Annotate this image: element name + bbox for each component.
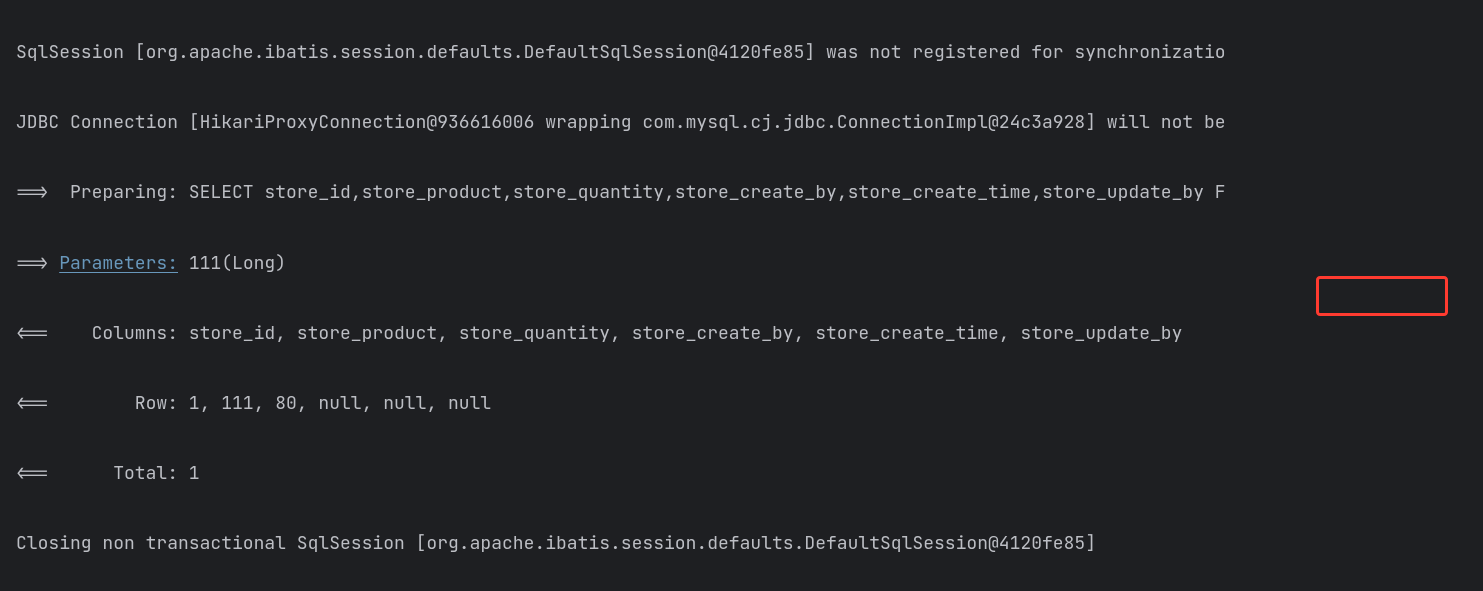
log-line: <== Total: 1 [16,456,1483,491]
highlight-annotation [1316,276,1448,316]
log-text: 111(Long) [178,252,286,275]
log-line: Closing non transactional SqlSession [or… [16,526,1483,561]
log-prefix: ==> [16,252,59,275]
log-line: ==> Preparing: SELECT store_id,store_pro… [16,175,1483,210]
log-line: ==> Parameters: 111(Long) [16,246,1483,281]
console-output: SqlSession [org.apache.ibatis.session.de… [0,0,1483,591]
log-line: <== Columns: store_id, store_product, st… [16,316,1483,351]
log-line: <== Row: 1, 111, 80, null, null, null [16,386,1483,421]
log-line: JDBC Connection [HikariProxyConnection@9… [16,105,1483,140]
parameters-link[interactable]: Parameters: [59,252,178,275]
log-line: SqlSession [org.apache.ibatis.session.de… [16,35,1483,70]
